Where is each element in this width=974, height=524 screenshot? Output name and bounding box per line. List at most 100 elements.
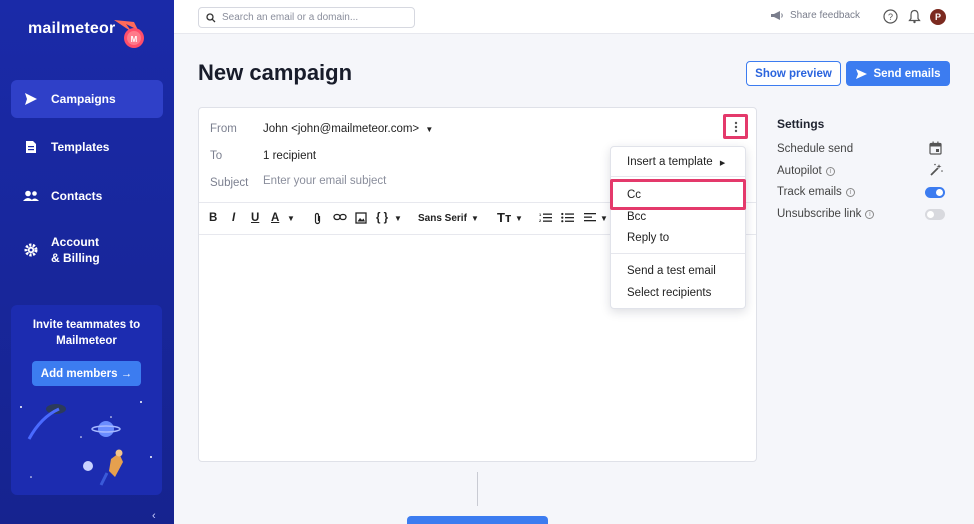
unsubscribe-link-label: Unsubscribe link <box>777 208 862 220</box>
unsubscribe-link-row: Unsubscribe link i <box>777 206 947 222</box>
invite-title-line1: Invite teammates to <box>32 319 141 331</box>
svg-text:1: 1 <box>539 212 542 217</box>
invite-title-line2: Mailmeteor <box>56 335 117 347</box>
sidebar-item-label-line1: Account <box>51 235 99 249</box>
show-preview-button[interactable]: Show preview <box>746 61 841 86</box>
text-color-button[interactable]: A <box>271 212 279 224</box>
menu-item-select-recipients[interactable]: Select recipients <box>627 287 711 299</box>
link-icon[interactable] <box>333 212 347 222</box>
text-color-caret-icon[interactable]: ▼ <box>287 214 295 223</box>
settings-title: Settings <box>777 117 825 131</box>
share-feedback-link[interactable]: Share feedback <box>770 10 860 21</box>
connector-line <box>477 472 478 506</box>
image-icon[interactable] <box>355 212 367 224</box>
invite-title: Invite teammates to Mailmeteor <box>11 317 162 349</box>
page-title: New campaign <box>198 60 353 85</box>
font-size-caret-icon[interactable]: ▼ <box>515 214 523 223</box>
sidebar-item-label: Account & Billing <box>51 234 100 266</box>
to-recipients[interactable]: 1 recipient <box>263 150 316 162</box>
send-icon <box>856 68 868 79</box>
megaphone-icon <box>771 11 783 20</box>
more-options-button[interactable] <box>723 114 748 139</box>
magic-wand-icon[interactable] <box>929 163 943 177</box>
add-members-button[interactable]: Add members → <box>32 361 141 386</box>
menu-item-bcc[interactable]: Bcc <box>627 211 646 223</box>
info-icon: i <box>865 209 875 219</box>
share-feedback-label: Share feedback <box>790 10 861 21</box>
track-emails-label: Track emails <box>777 186 842 198</box>
avatar[interactable]: P <box>930 9 946 25</box>
sidebar-item-contacts[interactable]: Contacts <box>11 177 163 215</box>
help-icon[interactable]: ? <box>883 9 898 24</box>
collapse-sidebar-icon[interactable]: ‹ <box>152 510 156 522</box>
sidebar-item-campaigns[interactable]: Campaigns <box>11 80 163 118</box>
logo[interactable]: mailmeteor M <box>28 20 144 48</box>
attachment-icon[interactable] <box>313 212 322 225</box>
sidebar-item-label: Contacts <box>51 189 103 203</box>
info-icon: i <box>845 187 855 197</box>
font-caret-icon[interactable]: ▼ <box>471 214 479 223</box>
from-select[interactable]: John <john@mailmeteor.com> ▼ <box>263 123 433 135</box>
variables-button[interactable]: { } <box>376 212 388 224</box>
bell-icon[interactable] <box>908 9 921 24</box>
sidebar-item-label-line2: & Billing <box>51 251 100 265</box>
to-label: To <box>210 150 223 162</box>
search-input[interactable] <box>222 12 402 23</box>
from-label: From <box>210 123 237 135</box>
menu-divider <box>611 253 745 254</box>
svg-text:?: ? <box>888 12 893 22</box>
more-options-menu: Insert a template ▶ Cc Bcc Reply to Send… <box>610 146 746 309</box>
autopilot-label: Autopilot <box>777 165 822 177</box>
toggle-knob <box>936 189 943 196</box>
align-icon[interactable] <box>584 212 596 223</box>
schedule-send-row[interactable]: Schedule send <box>777 141 947 157</box>
schedule-send-label: Schedule send <box>777 143 854 155</box>
send-emails-button[interactable]: Send emails <box>846 61 950 86</box>
bottom-action-button[interactable] <box>407 516 548 524</box>
topbar: Share feedback ? P <box>174 0 974 34</box>
meteor-logo-icon: M <box>114 20 144 48</box>
search-box <box>198 7 415 28</box>
track-emails-toggle[interactable] <box>925 187 945 198</box>
numbered-list-icon[interactable]: 12 <box>539 212 552 223</box>
calendar-icon[interactable] <box>929 141 942 155</box>
svg-text:2: 2 <box>539 218 542 223</box>
sidebar-item-label: Templates <box>51 140 110 154</box>
subject-label: Subject <box>210 177 249 189</box>
logo-text: mailmeteor <box>28 20 116 37</box>
align-caret-icon[interactable]: ▼ <box>600 214 608 223</box>
from-value: John <john@mailmeteor.com> <box>263 123 420 135</box>
svg-text:M: M <box>131 35 138 44</box>
send-icon <box>11 92 51 106</box>
track-emails-row: Track emails i <box>777 184 947 200</box>
vertical-dots-icon <box>734 121 737 132</box>
menu-item-insert-template[interactable]: Insert a template ▶ <box>627 156 725 168</box>
sidebar: mailmeteor M Campaigns Templates Contact… <box>0 0 174 524</box>
autopilot-row[interactable]: Autopilot i <box>777 163 947 179</box>
menu-item-label: Insert a template <box>627 156 713 168</box>
menu-divider <box>611 176 745 177</box>
font-size-button[interactable]: Tт <box>497 210 511 225</box>
subject-input[interactable] <box>263 175 593 187</box>
menu-item-send-test-email[interactable]: Send a test email <box>627 265 716 277</box>
toggle-knob <box>927 211 934 218</box>
underline-button[interactable]: U <box>251 212 259 224</box>
menu-item-reply-to[interactable]: Reply to <box>627 232 669 244</box>
bulleted-list-icon[interactable] <box>561 212 574 223</box>
sidebar-item-label: Campaigns <box>51 92 116 106</box>
document-icon <box>11 140 51 154</box>
variables-caret-icon[interactable]: ▼ <box>394 214 402 223</box>
unsubscribe-link-toggle[interactable] <box>925 209 945 220</box>
invite-card: Invite teammates to Mailmeteor Add membe… <box>11 305 162 495</box>
sidebar-item-account-billing[interactable]: Account & Billing <box>11 230 163 270</box>
send-emails-label: Send emails <box>873 67 941 80</box>
info-icon: i <box>825 166 835 176</box>
people-icon <box>11 190 51 202</box>
sidebar-item-templates[interactable]: Templates <box>11 128 163 166</box>
bold-button[interactable]: B <box>209 212 217 224</box>
gear-icon <box>11 243 51 257</box>
italic-button[interactable]: I <box>232 212 235 224</box>
font-family-select[interactable]: Sans Serif <box>418 213 467 224</box>
caret-right-icon: ▶ <box>719 160 726 167</box>
search-icon <box>206 12 216 22</box>
